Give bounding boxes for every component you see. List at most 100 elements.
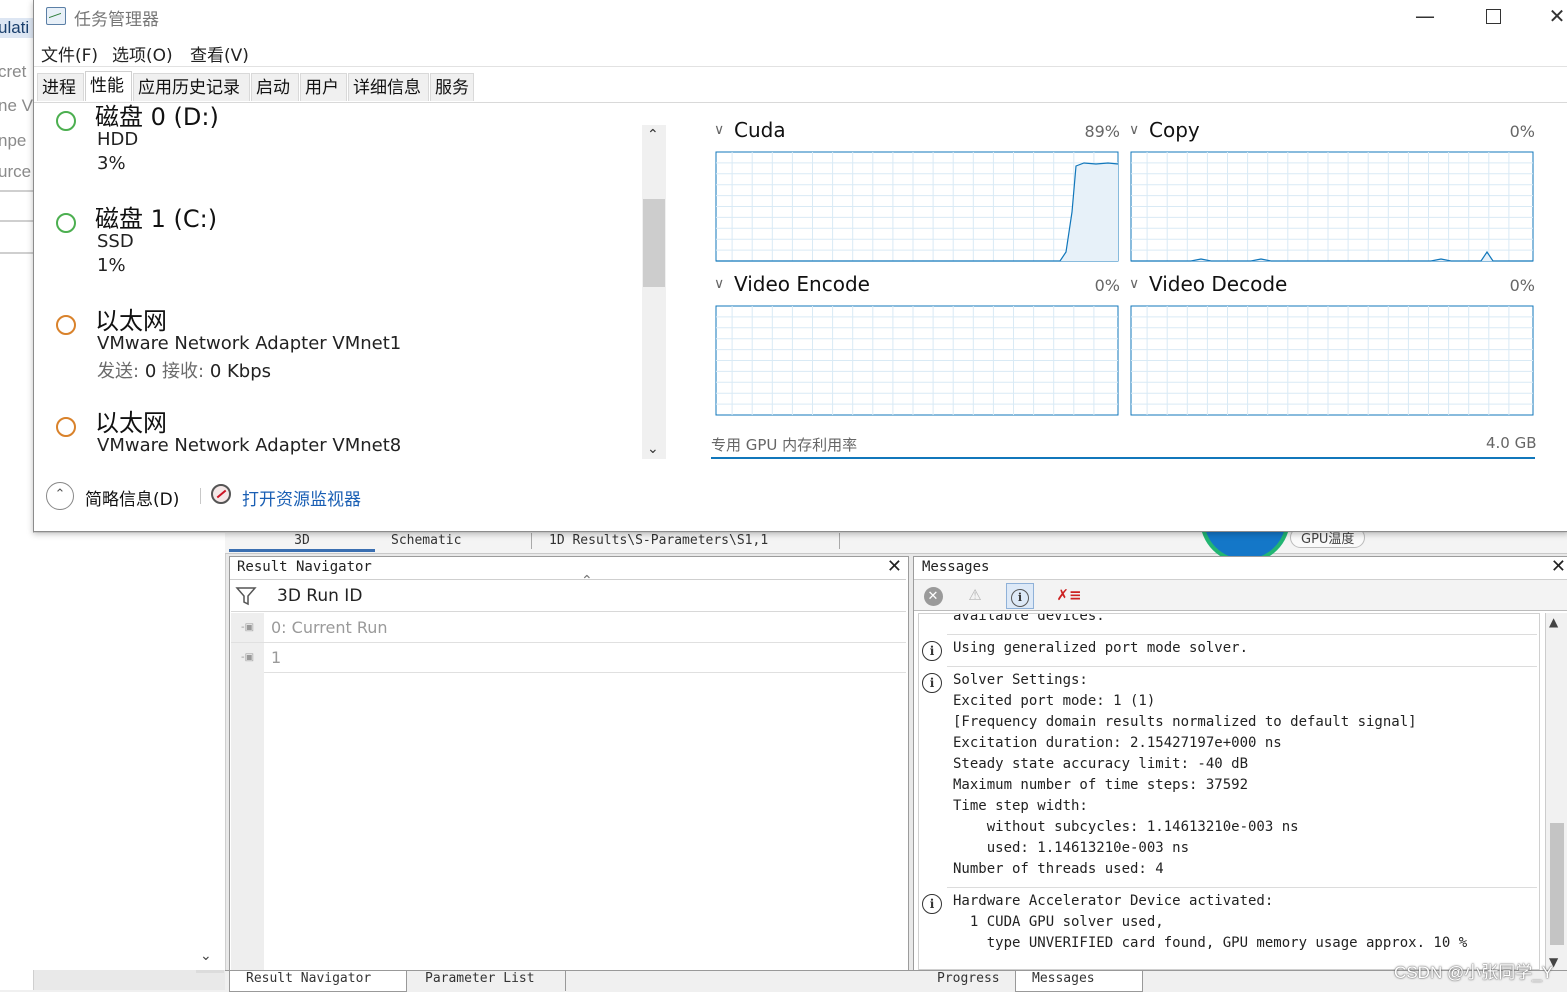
column-header-run-id[interactable]: 3D Run ID <box>277 586 362 606</box>
close-icon[interactable]: ✕ <box>1551 556 1566 577</box>
status-ring-icon <box>56 111 76 131</box>
sort-caret-icon[interactable]: ⌃ <box>581 573 593 589</box>
table-row[interactable]: -▣ 0: Current Run <box>231 613 906 643</box>
minimize-button[interactable]: — <box>1402 2 1448 30</box>
chevron-up-circle-icon[interactable]: ⌃ <box>46 482 74 510</box>
device-list-item[interactable]: 以太网 VMware Network Adapter VMnet1 发送: 0 接收… <box>34 299 634 399</box>
tab-6[interactable]: 服务 <box>430 73 474 101</box>
tab-result-navigator[interactable]: Result Navigator <box>229 971 407 992</box>
graph-header[interactable]: ∨ Cuda 89% <box>714 118 1120 144</box>
utilization-graph <box>1130 305 1534 416</box>
scroll-thumb[interactable] <box>643 199 665 287</box>
divider <box>0 252 33 254</box>
tab-3d[interactable]: 3D <box>229 533 375 552</box>
menu-file[interactable]: 文件(F) <box>41 41 98 66</box>
tab-4[interactable]: 用户 <box>300 73 347 101</box>
maximize-button[interactable] <box>1470 2 1516 30</box>
engine-select-chevron-icon[interactable]: ∨ <box>1129 276 1139 292</box>
engine-name[interactable]: Video Encode <box>734 272 870 296</box>
pin-icon[interactable]: -▣ <box>231 643 264 672</box>
close-icon[interactable]: ✕ <box>887 556 902 577</box>
warning-icon: ⚠ <box>968 586 982 604</box>
tab-parameter-list[interactable]: Parameter List <box>409 971 566 991</box>
device-name: 磁盘 1 (C:) <box>95 205 218 233</box>
info-icon: i <box>922 673 942 693</box>
tab-0[interactable]: 进程 <box>37 73 84 101</box>
tab-schematic[interactable]: Schematic <box>385 533 532 549</box>
engine-name[interactable]: Copy <box>1149 118 1200 142</box>
device-list-item[interactable]: 以太网 VMware Network Adapter VMnet8 <box>34 401 634 461</box>
open-resource-monitor-link[interactable]: 打开资源监视器 <box>242 485 361 510</box>
divider <box>200 488 201 504</box>
run-id-cell: 0: Current Run <box>271 618 388 637</box>
chevron-down-icon[interactable]: ⌄ <box>647 441 659 457</box>
error-filter-button[interactable]: ✕ <box>920 583 946 607</box>
scroll-thumb[interactable] <box>1550 823 1564 945</box>
status-ring-icon <box>56 213 76 233</box>
result-navigator-header: 3D Run ID ⌃ <box>231 573 906 612</box>
tab-5[interactable]: 详细信息 <box>348 73 429 101</box>
device-list-item[interactable]: 磁盘 1 (C:) SSD 1% <box>34 197 634 297</box>
chevron-down-icon[interactable]: ⌄ <box>200 948 212 964</box>
bottom-tabbar: Result Navigator Parameter List Progress… <box>225 970 1567 992</box>
messages-panel: Messages ✕ ✕ ⚠ i ✗≡ available devices. Us… <box>913 556 1567 972</box>
bg-fragment: npe <box>0 131 27 150</box>
task-manager-window: 任务管理器 — ✕ 文件(F) 选项(O) 查看(V) 进程 性能 应用历史记录 启动… <box>33 0 1567 532</box>
tab-3[interactable]: 启动 <box>251 73 299 101</box>
pin-icon[interactable]: -▣ <box>231 613 264 642</box>
titlebar[interactable]: 任务管理器 — ✕ <box>34 0 1567 33</box>
run-id-cell: 1 <box>271 648 282 667</box>
gpu-engine-graph: ∨ Copy 0% <box>1129 118 1535 263</box>
engine-name[interactable]: Video Decode <box>1149 272 1287 296</box>
result-navigator-title: Result Navigator <box>237 559 372 575</box>
table-row[interactable]: -▣ 1 <box>231 643 906 673</box>
info-icon: i <box>922 641 942 661</box>
graph-header[interactable]: ∨ Copy 0% <box>1129 118 1535 144</box>
clear-list-icon: ✗≡ <box>1056 586 1082 604</box>
menu-options[interactable]: 选项(O) <box>112 41 173 66</box>
engine-select-chevron-icon[interactable]: ∨ <box>1129 122 1139 138</box>
device-name: 磁盘 0 (D:) <box>95 103 219 131</box>
message-line: type UNVERIFIED card found, GPU memory u… <box>953 935 1468 951</box>
messages-title: Messages <box>922 559 990 575</box>
device-usage: 1% <box>97 255 126 276</box>
graph-header[interactable]: ∨ Video Encode 0% <box>714 272 1120 298</box>
engine-name[interactable]: Cuda <box>734 118 786 142</box>
utilization-graph <box>715 305 1119 416</box>
engine-select-chevron-icon[interactable]: ∨ <box>714 276 724 292</box>
tab-1[interactable]: 性能 <box>85 71 132 101</box>
message-line: without subcycles: 1.14613210e-003 ns <box>953 819 1299 835</box>
send-value: 0 <box>144 361 157 382</box>
info-icon: i <box>922 894 942 914</box>
filter-icon[interactable] <box>235 585 265 609</box>
dedicated-gpu-memory-label: 专用 GPU 内存利用率 <box>711 436 858 454</box>
tab-2[interactable]: 应用历史记录 <box>133 73 250 101</box>
footer: ⌃ 简略信息(D) 打开资源监视器 <box>34 475 674 515</box>
close-icon: ✕ <box>1548 4 1566 28</box>
message-separator <box>947 634 1537 635</box>
engine-select-chevron-icon[interactable]: ∨ <box>714 122 724 138</box>
clear-messages-button[interactable]: ✗≡ <box>1056 583 1082 607</box>
pin-column <box>231 671 264 971</box>
warning-filter-button[interactable]: ⚠ <box>962 583 988 607</box>
gpu-engine-graph: ∨ Video Decode 0% <box>1129 272 1535 417</box>
chevron-up-icon[interactable]: ⌃ <box>647 127 659 143</box>
close-button[interactable]: ✕ <box>1534 2 1567 30</box>
menu-view[interactable]: 查看(V) <box>190 41 249 66</box>
device-list-item[interactable]: 磁盘 0 (D:) HDD 3% <box>34 103 634 195</box>
info-filter-button[interactable]: i <box>1006 583 1034 609</box>
device-list-scrollbar[interactable]: ⌃ ⌄ <box>642 125 666 459</box>
messages-scrollbar[interactable]: ▲ ▼ <box>1545 613 1567 971</box>
tab-progress[interactable]: Progress <box>921 971 1024 991</box>
scroll-up-icon[interactable]: ▲ <box>1549 615 1558 629</box>
divider <box>0 220 33 222</box>
minimize-icon: — <box>1415 4 1435 28</box>
tab-1d-results[interactable]: 1D Results\S-Parameters\S1,1 <box>543 533 840 549</box>
messages-titlebar: Messages ✕ <box>914 556 1567 580</box>
device-usage: 3% <box>97 153 126 174</box>
graph-header[interactable]: ∨ Video Decode 0% <box>1129 272 1535 298</box>
fewer-details-button[interactable]: 简略信息(D) <box>85 485 179 510</box>
tab-messages[interactable]: Messages <box>1015 971 1143 992</box>
device-description: VMware Network Adapter VMnet8 <box>97 435 402 456</box>
message-line: 1 CUDA GPU solver used, <box>953 914 1164 930</box>
